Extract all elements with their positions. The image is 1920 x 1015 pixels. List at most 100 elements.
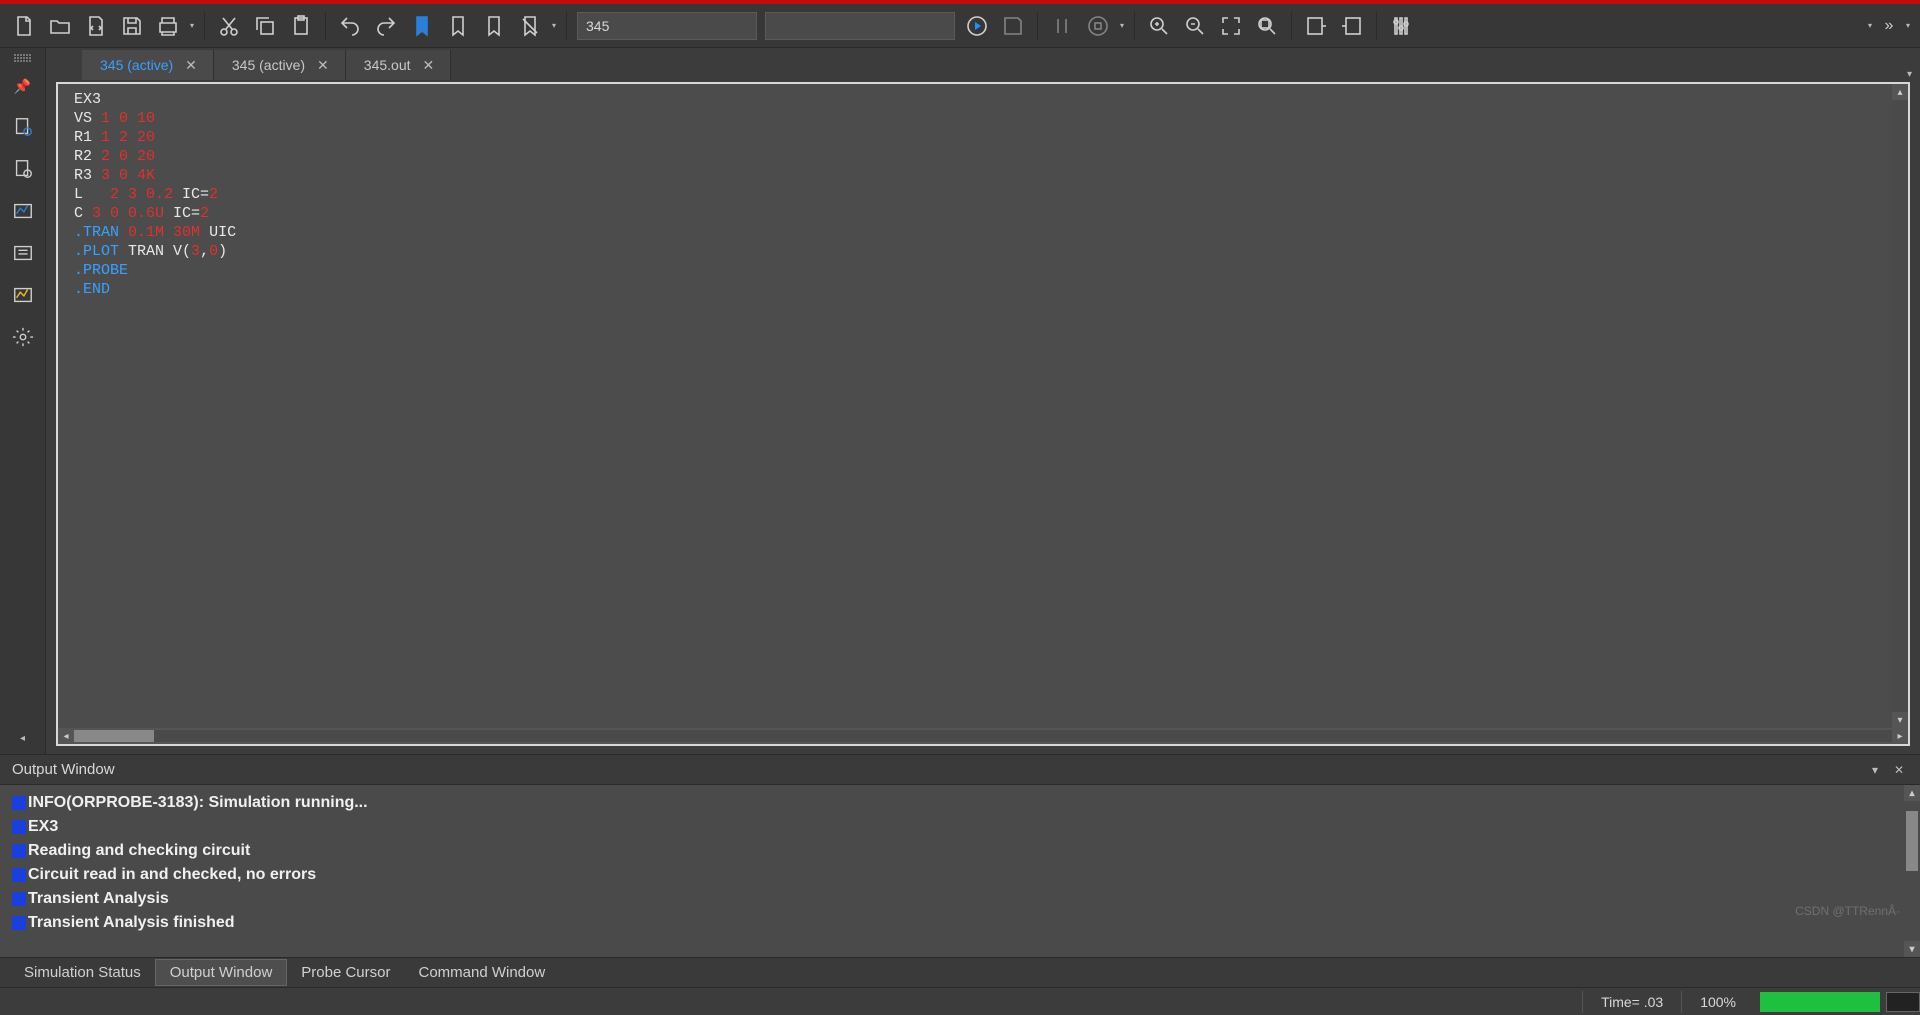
- tab-label: 345 (active): [232, 57, 305, 73]
- editor-panel: EX3VS 1 0 10R1 1 2 20R2 2 0 20R3 3 0 4KL…: [56, 82, 1910, 746]
- output-line: Circuit read in and checked, no errors: [12, 863, 1908, 887]
- undo-button[interactable]: [332, 8, 368, 44]
- drag-handle-icon[interactable]: [14, 54, 32, 64]
- output-line-text: Transient Analysis finished: [28, 914, 235, 932]
- toolbar-overflow-button[interactable]: »: [1876, 8, 1902, 44]
- tabs-overflow-button[interactable]: ▾: [1899, 69, 1920, 80]
- zoom-fit-button[interactable]: [1213, 8, 1249, 44]
- tab-345-active-2[interactable]: 345 (active) ✕: [214, 50, 346, 80]
- scroll-right-arrow-icon[interactable]: ▸: [1892, 728, 1908, 744]
- output-line: Transient Analysis finished: [12, 911, 1908, 935]
- zoom-in-button[interactable]: [1141, 8, 1177, 44]
- bookmark-next-button[interactable]: [440, 8, 476, 44]
- code-editor[interactable]: EX3VS 1 0 10R1 1 2 20R2 2 0 20R3 3 0 4KL…: [58, 84, 1908, 728]
- scroll-down-arrow-icon[interactable]: ▾: [1892, 712, 1908, 728]
- output-line-text: INFO(ORPROBE-3183): Simulation running..…: [28, 794, 368, 812]
- output-close-button[interactable]: ✕: [1890, 763, 1908, 777]
- bookmark-prev-button[interactable]: [476, 8, 512, 44]
- close-icon[interactable]: ✕: [183, 57, 199, 74]
- info-square-icon: [12, 868, 26, 882]
- info-square-icon: [12, 796, 26, 810]
- status-end-cap: [1886, 992, 1920, 1012]
- output-line-text: Circuit read in and checked, no errors: [28, 866, 316, 884]
- output-line-text: Reading and checking circuit: [28, 842, 250, 860]
- view-waveform-button[interactable]: [7, 195, 39, 227]
- scroll-up-arrow-icon[interactable]: ▴: [1892, 84, 1908, 100]
- redo-button[interactable]: [368, 8, 404, 44]
- tab-345-active-1[interactable]: 345 (active) ✕: [82, 50, 214, 80]
- main-toolbar: ▾ ▾ ▾ ▾ » ▾: [0, 4, 1920, 48]
- tab-label: 345.out: [364, 57, 411, 73]
- export-right-button[interactable]: [1334, 8, 1370, 44]
- new-file-button[interactable]: [6, 8, 42, 44]
- info-square-icon: [12, 916, 26, 930]
- output-minimize-button[interactable]: ▾: [1866, 763, 1884, 777]
- save-results-button[interactable]: [995, 8, 1031, 44]
- settings-button[interactable]: [7, 321, 39, 353]
- zoom-out-button[interactable]: [1177, 8, 1213, 44]
- output-title-bar: Output Window ▾ ✕: [0, 755, 1920, 785]
- output-line-text: Transient Analysis: [28, 890, 169, 908]
- toolbar-more-button[interactable]: ▾: [1902, 21, 1914, 30]
- tab-output-window[interactable]: Output Window: [155, 959, 288, 986]
- tab-345-out[interactable]: 345.out ✕: [346, 50, 451, 80]
- info-square-icon: [12, 892, 26, 906]
- info-square-icon: [12, 820, 26, 834]
- cut-button[interactable]: [211, 8, 247, 44]
- close-icon[interactable]: ✕: [421, 57, 437, 74]
- output-panel: Output Window ▾ ✕ INFO(ORPROBE-3183): Si…: [0, 754, 1920, 957]
- tab-label: 345 (active): [100, 57, 173, 73]
- editor-vertical-scrollbar[interactable]: ▴ ▾: [1892, 84, 1908, 728]
- run-dropdown[interactable]: ▾: [1116, 21, 1128, 30]
- output-line: Transient Analysis: [12, 887, 1908, 911]
- new-code-button[interactable]: [78, 8, 114, 44]
- bottom-tabs: Simulation Status Output Window Probe Cu…: [0, 957, 1920, 987]
- status-zoom: 100%: [1681, 991, 1754, 1013]
- bookmark-dropdown[interactable]: ▾: [548, 21, 560, 30]
- search-input[interactable]: [577, 12, 757, 40]
- zoom-area-button[interactable]: [1249, 8, 1285, 44]
- output-line: EX3: [12, 815, 1908, 839]
- filter-button[interactable]: [1383, 8, 1419, 44]
- sidebar-collapse-button[interactable]: ◂: [7, 722, 39, 754]
- scroll-left-arrow-icon[interactable]: ◂: [58, 728, 74, 744]
- output-title-label: Output Window: [12, 761, 115, 778]
- output-body[interactable]: INFO(ORPROBE-3183): Simulation running..…: [0, 785, 1920, 957]
- editor-horizontal-scrollbar[interactable]: ◂ ▸: [58, 728, 1908, 744]
- tab-command-window[interactable]: Command Window: [404, 960, 559, 985]
- export-left-button[interactable]: [1298, 8, 1334, 44]
- info-square-icon: [12, 844, 26, 858]
- toolbar-overflow-dropdown[interactable]: ▾: [1864, 21, 1876, 30]
- scrollbar-thumb[interactable]: [1906, 811, 1918, 871]
- copy-button[interactable]: [247, 8, 283, 44]
- tab-simulation-status[interactable]: Simulation Status: [10, 960, 155, 985]
- paste-button[interactable]: [283, 8, 319, 44]
- editor-tabs: 345 (active) ✕ 345 (active) ✕ 345.out ✕ …: [46, 48, 1920, 80]
- scrollbar-thumb[interactable]: [74, 730, 154, 742]
- view-netlist-button[interactable]: [7, 111, 39, 143]
- print-dropdown[interactable]: ▾: [186, 21, 198, 30]
- bookmark-toggle-button[interactable]: [404, 8, 440, 44]
- view-plot-button[interactable]: [7, 279, 39, 311]
- left-sidebar: 📌 ◂: [0, 48, 46, 754]
- status-bar: Time= .03 100%: [0, 987, 1920, 1015]
- output-line-text: EX3: [28, 818, 58, 836]
- open-file-button[interactable]: [42, 8, 78, 44]
- pause-button[interactable]: [1044, 8, 1080, 44]
- output-vertical-scrollbar[interactable]: ▴ ▾: [1904, 785, 1920, 957]
- pin-icon[interactable]: 📌: [14, 78, 31, 95]
- scroll-down-arrow-icon[interactable]: ▾: [1904, 941, 1920, 957]
- tab-probe-cursor[interactable]: Probe Cursor: [287, 960, 404, 985]
- stop-button[interactable]: [1080, 8, 1116, 44]
- view-output-button[interactable]: [7, 153, 39, 185]
- run-button[interactable]: [959, 8, 995, 44]
- command-input[interactable]: [765, 12, 955, 40]
- save-button[interactable]: [114, 8, 150, 44]
- status-progress-bar: [1760, 992, 1880, 1012]
- view-schematic-button[interactable]: [7, 237, 39, 269]
- bookmark-clear-button[interactable]: [512, 8, 548, 44]
- close-icon[interactable]: ✕: [315, 57, 331, 74]
- print-button[interactable]: [150, 8, 186, 44]
- scroll-up-arrow-icon[interactable]: ▴: [1904, 785, 1920, 801]
- output-line: Reading and checking circuit: [12, 839, 1908, 863]
